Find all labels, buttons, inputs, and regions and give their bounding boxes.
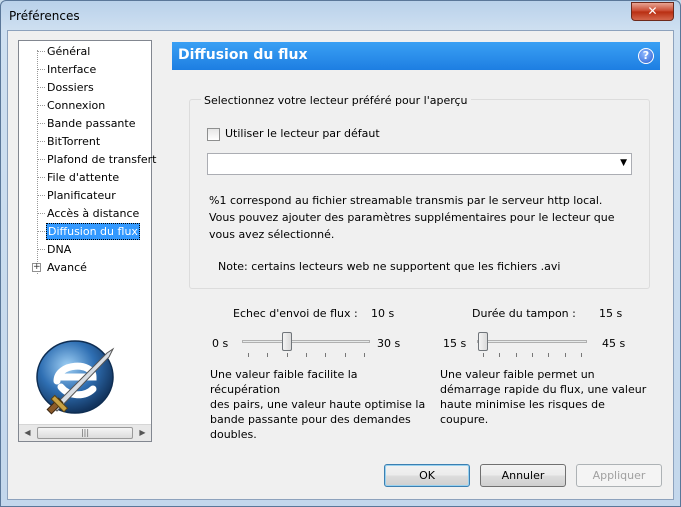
player-group-title: Selectionnez votre lecteur préféré pour …	[201, 94, 471, 107]
buffer-slider-track[interactable]	[477, 340, 587, 343]
tree-connector	[37, 177, 45, 178]
slider-tick	[515, 353, 517, 357]
panel-header: Diffusion du flux ?	[172, 42, 660, 70]
tree-connector	[37, 105, 45, 106]
tree-item-label: Avancé	[47, 261, 87, 274]
scroll-right-arrow-icon[interactable]: ▶	[134, 425, 151, 441]
help-icon[interactable]: ?	[638, 48, 654, 64]
send-failure-slider-track[interactable]	[242, 340, 370, 343]
tree-connector	[37, 87, 45, 88]
tree-item-label: Plafond de transfert	[47, 153, 157, 166]
tree-item-label: File d'attente	[47, 171, 120, 184]
buffer-value: 15 s	[599, 307, 623, 320]
slider-tick	[564, 353, 566, 357]
tree-item-label: Connexion	[47, 99, 106, 112]
tree-connector-line	[37, 50, 38, 274]
window-title: Préférences	[9, 9, 80, 23]
title-bar[interactable]: Préférences ✕	[1, 1, 680, 31]
preferences-window: Préférences ✕ Général Interface Dossiers Co…	[0, 0, 681, 507]
tree-connector	[37, 249, 45, 250]
player-select[interactable]: ▼	[207, 153, 632, 175]
category-tree[interactable]: Général Interface Dossiers Connexion Bande p…	[18, 40, 156, 442]
slider-tick	[364, 353, 365, 357]
buffer-help-line: haute minimise les risques de	[440, 398, 605, 411]
tree-connector	[37, 231, 45, 232]
send-failure-ticks	[242, 353, 370, 357]
buffer-ticks	[477, 353, 587, 357]
send-failure-label: Echec d'envoi de flux :	[233, 307, 358, 320]
buffer-help-line: démarrage rapide du flux, une valeur	[440, 383, 647, 396]
tree-connector	[37, 213, 45, 214]
tree-connector	[37, 195, 45, 196]
player-note: Note: certains lecteurs web ne supporten…	[218, 260, 561, 273]
tree-item-label: Interface	[47, 63, 97, 76]
buffer-help-line: coupure.	[440, 413, 489, 426]
buffer-label: Durée du tampon :	[472, 307, 576, 320]
buffer-slider-thumb[interactable]	[478, 332, 488, 351]
tree-item-label: BitTorrent	[47, 135, 101, 148]
slider-tick	[532, 353, 533, 357]
close-button[interactable]: ✕	[631, 2, 674, 21]
panel-title: Diffusion du flux	[178, 47, 308, 63]
slider-tick	[325, 353, 327, 357]
tree-connector	[37, 159, 45, 160]
use-default-player-checkbox[interactable]	[207, 128, 220, 141]
slider-tick	[499, 353, 501, 357]
tree-horizontal-scrollbar[interactable]: ◀ ||| ▶	[19, 424, 151, 441]
cancel-button[interactable]: Annuler	[480, 464, 566, 487]
tree-connector	[37, 141, 45, 142]
send-failure-min: 0 s	[212, 337, 229, 350]
dialog-client-area: Général Interface Dossiers Connexion Bande p…	[7, 30, 674, 500]
tree-item-label: Général	[47, 45, 91, 58]
send-failure-max: 30 s	[377, 337, 401, 350]
send-failure-help-line: des pairs, une valeur haute optimise la	[210, 398, 426, 411]
send-failure-help-line: doubles.	[210, 428, 257, 441]
slider-tick	[286, 353, 288, 357]
chevron-down-icon[interactable]: ▼	[620, 158, 627, 168]
buffer-help: Une valeur faible permet un démarrage ra…	[440, 367, 660, 427]
use-default-player-label[interactable]: Utiliser le lecteur par défaut	[225, 127, 380, 140]
tree-item-label: Diffusion du flux	[46, 223, 140, 240]
scrollbar-thumb[interactable]: |||	[37, 427, 133, 439]
slider-tick	[306, 353, 307, 357]
slider-tick	[248, 353, 249, 357]
tree-item-label: Planificateur	[47, 189, 116, 202]
slider-tick	[548, 353, 550, 357]
expand-plus-icon[interactable]: +	[32, 263, 41, 272]
buffer-help-line: Une valeur faible permet un	[440, 368, 595, 381]
send-failure-help-line: bande passante pour des demandes	[210, 413, 411, 426]
tree-connector	[37, 69, 45, 70]
buffer-max: 45 s	[602, 337, 626, 350]
tree-item-label: DNA	[47, 243, 72, 256]
slider-tick	[267, 353, 269, 357]
player-description: %1 correspond au fichier streamable tran…	[209, 194, 615, 241]
tree-item-label: Dossiers	[47, 81, 94, 94]
tree-connector	[37, 123, 45, 124]
slider-tick	[483, 353, 484, 357]
tree-item-label: Accès à distance	[47, 207, 140, 220]
send-failure-help: Une valeur faible facilite la récupérati…	[210, 367, 430, 442]
ok-button[interactable]: OK	[384, 464, 470, 487]
send-failure-slider-thumb[interactable]	[281, 332, 292, 351]
tree-item-label: Bande passante	[47, 117, 136, 130]
slider-tick	[581, 353, 582, 357]
buffer-min: 15 s	[443, 337, 467, 350]
send-failure-value: 10 s	[371, 307, 395, 320]
slider-tick	[344, 353, 346, 357]
scroll-left-arrow-icon[interactable]: ◀	[19, 425, 36, 441]
apply-button[interactable]: Appliquer	[576, 464, 662, 487]
emule-logo-icon	[36, 340, 115, 415]
send-failure-help-line: Une valeur faible facilite la récupérati…	[210, 368, 358, 396]
tree-connector	[37, 51, 45, 52]
